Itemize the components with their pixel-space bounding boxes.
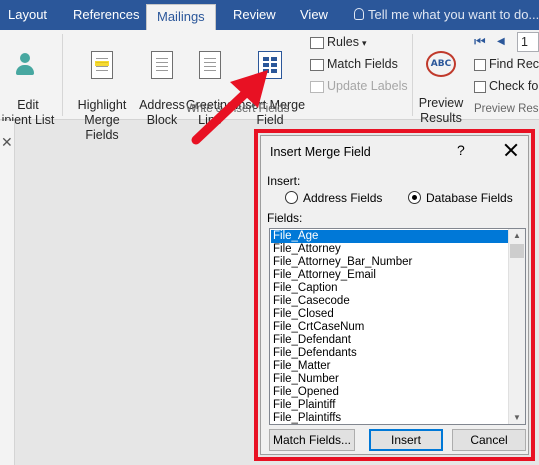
- lightbulb-icon: [354, 8, 364, 20]
- first-record-icon[interactable]: ⏮: [474, 32, 486, 52]
- help-icon[interactable]: ?: [457, 142, 465, 158]
- address-fields-label[interactable]: Address Fields: [303, 191, 382, 205]
- insert-label: Insert:: [267, 174, 301, 188]
- chevron-down-icon: ▾: [361, 38, 367, 48]
- list-item[interactable]: File_Defendants: [271, 347, 509, 360]
- highlight-merge-fields-button[interactable]: Highlight Merge Fields: [66, 30, 138, 142]
- list-item[interactable]: File_Attorney_Bar_Number: [271, 256, 509, 269]
- address-block-label: Address Block: [139, 98, 185, 127]
- close-pane-icon[interactable]: ✕: [1, 134, 13, 151]
- find-icon: [474, 58, 486, 71]
- previous-record-icon[interactable]: ◀: [497, 32, 505, 52]
- list-item[interactable]: File_Casecode: [271, 295, 509, 308]
- list-item[interactable]: File_Plaintiffs: [271, 412, 509, 424]
- tab-review[interactable]: Review: [233, 0, 276, 30]
- tab-view[interactable]: View: [300, 0, 328, 30]
- list-item[interactable]: File_Closed: [271, 308, 509, 321]
- insert-merge-field-button[interactable]: Insert Merge Field: [234, 30, 306, 127]
- group-label-write-insert: Write & Insert Fields: [186, 103, 290, 115]
- group-label-preview: Preview Resu: [474, 103, 539, 115]
- recipients-icon: [14, 51, 42, 79]
- insert-merge-field-dialog: Insert Merge Field ? Insert: Address Fie…: [260, 135, 529, 455]
- find-recipient-button[interactable]: Find Rec: [474, 54, 539, 74]
- ribbon: Edit ipient List Highlight Merge Fields …: [0, 30, 539, 142]
- greeting-line-button[interactable]: Greeting Line: [186, 30, 234, 127]
- check-errors-icon: [474, 80, 486, 93]
- rules-label: Rules: [327, 35, 359, 49]
- tab-mailings[interactable]: Mailings: [146, 4, 216, 30]
- match-fields-icon: [310, 58, 324, 71]
- tell-me-text: Tell me what you want to do...: [368, 7, 539, 22]
- edit-recipient-list-button[interactable]: Edit ipient List: [0, 30, 56, 127]
- cancel-button[interactable]: Cancel: [452, 429, 526, 451]
- group-separator: [62, 34, 63, 116]
- list-item[interactable]: File_Plaintiff: [271, 399, 509, 412]
- scroll-up-icon[interactable]: ▲: [513, 231, 521, 240]
- scroll-down-icon[interactable]: ▼: [513, 413, 521, 422]
- list-item[interactable]: File_Attorney: [271, 243, 509, 256]
- update-labels-label: Update Labels: [327, 79, 408, 93]
- update-labels-icon: [310, 80, 324, 93]
- list-item[interactable]: File_CrtCaseNum: [271, 321, 509, 334]
- list-item[interactable]: File_Attorney_Email: [271, 269, 509, 282]
- insert-merge-field-icon: [258, 51, 282, 79]
- rules-icon: [310, 36, 324, 49]
- match-fields-dialog-button[interactable]: Match Fields...: [269, 429, 355, 451]
- database-fields-radio[interactable]: [408, 191, 421, 204]
- tab-layout[interactable]: Layout: [8, 0, 47, 30]
- list-item[interactable]: File_Age: [271, 230, 509, 243]
- listbox-scrollbar[interactable]: ▲ ▼: [508, 229, 525, 424]
- fields-label: Fields:: [267, 211, 303, 225]
- highlight-fields-icon: [91, 51, 113, 79]
- list-item[interactable]: File_Number: [271, 373, 509, 386]
- address-fields-radio[interactable]: [285, 191, 298, 204]
- highlight-merge-fields-label: Highlight Merge Fields: [77, 98, 127, 142]
- close-icon[interactable]: [502, 141, 520, 159]
- ribbon-tab-bar: Layout References Mailings Review View T…: [0, 0, 539, 30]
- database-fields-label[interactable]: Database Fields: [426, 191, 513, 205]
- update-labels-button[interactable]: Update Labels: [310, 76, 408, 96]
- check-for-errors-button[interactable]: Check for: [474, 76, 539, 96]
- rules-button[interactable]: Rules ▾: [310, 32, 367, 52]
- list-item[interactable]: File_Defendant: [271, 334, 509, 347]
- preview-results-button[interactable]: ABC Preview Results: [416, 30, 466, 125]
- record-number-input[interactable]: 1: [517, 32, 539, 52]
- tell-me-box[interactable]: Tell me what you want to do...: [354, 0, 539, 30]
- group-separator: [412, 34, 413, 116]
- address-block-icon: [151, 51, 173, 79]
- match-fields-button[interactable]: Match Fields: [310, 54, 398, 74]
- scroll-thumb[interactable]: [510, 244, 524, 258]
- list-item[interactable]: File_Caption: [271, 282, 509, 295]
- greeting-line-icon: [199, 51, 221, 79]
- dialog-title: Insert Merge Field: [270, 145, 371, 159]
- find-recipient-label: Find Rec: [489, 57, 539, 71]
- fields-listbox[interactable]: File_Age File_Attorney File_Attorney_Bar…: [269, 228, 526, 425]
- address-block-button[interactable]: Address Block: [138, 30, 186, 127]
- list-item[interactable]: File_Matter: [271, 360, 509, 373]
- insert-button[interactable]: Insert: [369, 429, 443, 451]
- preview-results-label: Preview Results: [418, 96, 464, 125]
- preview-abc-icon: ABC: [426, 51, 456, 77]
- navigation-pane-edge: [0, 121, 15, 465]
- tab-references[interactable]: References: [73, 0, 139, 30]
- list-item[interactable]: File_Opened: [271, 386, 509, 399]
- check-for-errors-label: Check for: [489, 79, 539, 93]
- match-fields-label: Match Fields: [327, 57, 398, 71]
